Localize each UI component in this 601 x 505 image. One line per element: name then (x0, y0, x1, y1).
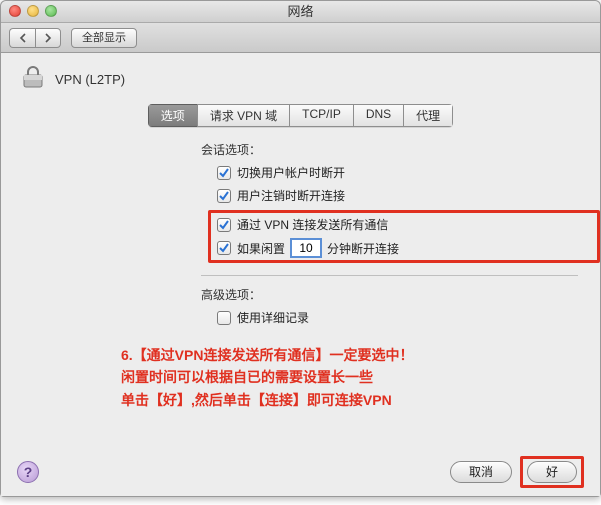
nav-buttons (9, 28, 61, 48)
tab-0[interactable]: 选项 (148, 104, 197, 127)
checkbox-switch-user[interactable] (217, 166, 231, 180)
show-all-button[interactable]: 全部显示 (71, 28, 137, 48)
tab-4[interactable]: 代理 (403, 104, 453, 127)
ok-button[interactable]: 好 (527, 461, 577, 483)
sheet-content: VPN (L2TP) 选项请求 VPN 域TCP/IPDNS代理 会话选项： 切… (1, 53, 600, 496)
label-detailed-log: 使用详细记录 (237, 309, 309, 326)
checkbox-logout[interactable] (217, 189, 231, 203)
annotation-line3: 单击【好】,然后单击【连接】即可连接VPN (121, 389, 600, 411)
vpn-header: VPN (L2TP) (1, 53, 600, 102)
forward-button[interactable] (35, 28, 61, 48)
highlight-box-options: 通过 VPN 连接发送所有通信 如果闲置 10 分钟断开连接 (208, 210, 600, 263)
chevron-right-icon (43, 33, 53, 43)
session-heading: 会话选项： (201, 141, 600, 158)
option-detailed-log[interactable]: 使用详细记录 (217, 309, 600, 326)
label-logout: 用户注销时断开连接 (237, 187, 345, 204)
help-button[interactable]: ? (17, 461, 39, 483)
advanced-options: 使用详细记录 (217, 309, 600, 326)
tab-3[interactable]: DNS (353, 104, 403, 127)
advanced-heading: 高级选项： (201, 286, 600, 303)
annotation-text: 6.【通过VPN连接发送所有通信】一定要选中！ 闲置时间可以根据自已的需要设置长… (121, 344, 600, 411)
option-all-traffic[interactable]: 通过 VPN 连接发送所有通信 (217, 216, 591, 233)
lock-icon (19, 63, 47, 96)
vpn-title: VPN (L2TP) (55, 72, 125, 87)
cancel-button[interactable]: 取消 (450, 461, 512, 483)
footer: ? 取消 好 (1, 448, 600, 496)
minimize-window-button[interactable] (27, 5, 39, 17)
divider (201, 275, 578, 276)
close-window-button[interactable] (9, 5, 21, 17)
toolbar: 全部显示 (1, 23, 600, 53)
checkbox-all-traffic[interactable] (217, 218, 231, 232)
zoom-window-button[interactable] (45, 5, 57, 17)
titlebar: 网络 (1, 1, 600, 23)
tab-bar: 选项请求 VPN 域TCP/IPDNS代理 (1, 104, 600, 127)
option-logout[interactable]: 用户注销时断开连接 (217, 187, 600, 204)
checkbox-idle[interactable] (217, 241, 231, 255)
window-title: 网络 (287, 4, 313, 19)
session-options: 切换用户帐户时断开 用户注销时断开连接 通过 VPN 连接发送所有通信 如果闲置… (217, 164, 600, 263)
option-switch-user[interactable]: 切换用户帐户时断开 (217, 164, 600, 181)
annotation-line1: 6.【通过VPN连接发送所有通信】一定要选中！ (121, 344, 600, 366)
label-all-traffic: 通过 VPN 连接发送所有通信 (237, 216, 388, 233)
idle-minutes-field[interactable]: 10 (291, 239, 321, 257)
label-idle-prefix: 如果闲置 (237, 240, 285, 257)
label-switch-user: 切换用户帐户时断开 (237, 164, 345, 181)
checkbox-detailed-log[interactable] (217, 311, 231, 325)
tab-1[interactable]: 请求 VPN 域 (197, 104, 289, 127)
preferences-window: 网络 全部显示 VPN (L2TP) 选项请求 VPN 域TCP/IPDNS代理… (0, 0, 601, 497)
option-idle[interactable]: 如果闲置 10 分钟断开连接 (217, 239, 591, 257)
highlight-box-ok: 好 (520, 456, 584, 488)
back-button[interactable] (9, 28, 35, 48)
tab-2[interactable]: TCP/IP (289, 104, 353, 127)
annotation-line2: 闲置时间可以根据自已的需要设置长一些 (121, 366, 600, 388)
window-controls (9, 5, 57, 17)
chevron-left-icon (18, 33, 28, 43)
label-idle-suffix: 分钟断开连接 (327, 240, 399, 257)
